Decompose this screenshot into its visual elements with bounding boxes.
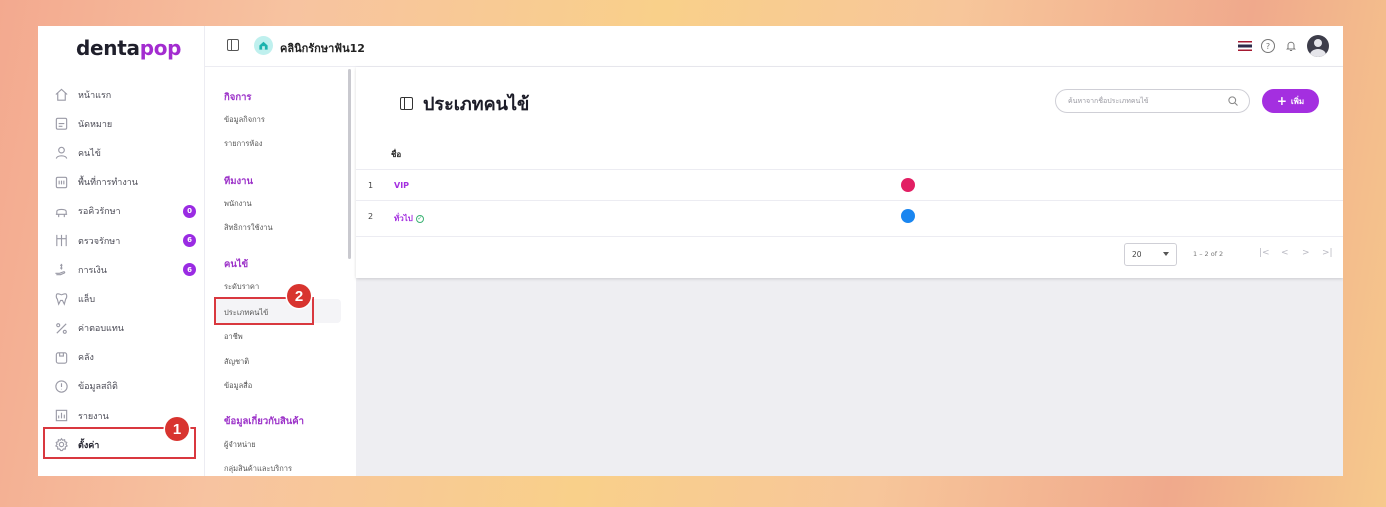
stats-icon	[53, 378, 69, 394]
finance-count-badge: 6	[183, 263, 196, 277]
sidebar-item-label: ตรวจรักษา	[78, 236, 121, 247]
chevron-down-icon	[1163, 252, 1169, 256]
percent-icon	[53, 320, 69, 336]
report-icon	[53, 408, 69, 424]
prev-page-icon[interactable]: <	[1281, 248, 1289, 258]
sidebar-item-label: การเงิน	[78, 265, 107, 276]
page-size-select[interactable]: 20	[1124, 243, 1177, 266]
page-title-text: ประเภทคนไข้	[423, 94, 530, 115]
submenu-item-product-groups[interactable]: กลุ่มสินค้าและบริการ	[224, 463, 292, 475]
last-page-icon[interactable]: >|	[1322, 248, 1333, 258]
submenu-scrollbar[interactable]	[348, 69, 351, 259]
sidebar-toggle-icon[interactable]	[227, 39, 239, 51]
inventory-icon	[53, 349, 69, 365]
calendar-icon	[53, 116, 69, 132]
sidebar-item-patients[interactable]: คนไข้	[38, 138, 205, 167]
row-color-dot	[901, 209, 915, 223]
row-name-link[interactable]: VIP	[394, 181, 409, 190]
submenu-item-staff[interactable]: พนักงาน	[224, 198, 252, 210]
user-icon	[53, 145, 69, 161]
first-page-icon[interactable]: |<	[1259, 248, 1270, 258]
sidebar-item-appointments[interactable]: นัดหมาย	[38, 109, 205, 138]
row-number: 2	[368, 212, 374, 221]
queue-count-badge: 0	[183, 204, 196, 218]
search-input[interactable]: ค้นหาจากชื่อประเภทคนไข้	[1055, 89, 1250, 113]
sidebar-item-label: ข้อมูลสถิติ	[78, 382, 118, 393]
sidebar-item-label: หน้าแรก	[78, 90, 112, 101]
plus-icon: +	[1276, 94, 1287, 108]
default-check-icon: ✓	[415, 214, 424, 223]
tooth-icon	[53, 291, 69, 307]
money-icon	[53, 262, 69, 278]
add-button-label: เพิ่ม	[1290, 96, 1305, 106]
treatment-count-badge: 6	[183, 233, 196, 247]
dental-chair-icon	[53, 203, 69, 219]
sidebar-item-label: นัดหมาย	[78, 119, 113, 130]
pagination: 20 1 – 2 of 2 |< < > >|	[356, 236, 1343, 278]
sidebar-item-queue[interactable]: รอคิวรักษา 0	[38, 197, 205, 226]
sidebar-item-inventory[interactable]: คลัง	[38, 343, 205, 372]
workspace-icon	[53, 174, 69, 190]
submenu-item-occupation[interactable]: อาชีพ	[224, 331, 243, 343]
next-page-icon[interactable]: >	[1302, 248, 1310, 258]
submenu-item-nationality[interactable]: สัญชาติ	[224, 356, 249, 368]
sidebar-item-label: รายงาน	[78, 411, 109, 422]
section-title-patients: คนไข้	[224, 259, 249, 270]
column-header-name: ชื่อ	[391, 150, 402, 159]
sidebar-item-label: พื้นที่การทำงาน	[78, 178, 138, 189]
sidebar-nav: หน้าแรก นัดหมาย คนไข้ พื้นที่การทำงาน รอ…	[38, 80, 205, 459]
patient-type-card: ประเภทคนไข้ ค้นหาจากชื่อประเภทคนไข้ + เพ…	[356, 67, 1343, 278]
section-title-business: กิจการ	[224, 92, 252, 103]
clinic-home-icon	[254, 36, 273, 55]
sidebar-item-stats[interactable]: ข้อมูลสถิติ	[38, 372, 205, 401]
app-window: dentapop หน้าแรก นัดหมาย คนไข้ พื้นที่กา…	[38, 26, 1343, 476]
search-icon[interactable]	[1227, 95, 1239, 107]
main-content: ประเภทคนไข้ ค้นหาจากชื่อประเภทคนไข้ + เพ…	[356, 67, 1343, 476]
table-row[interactable]: 2 ทั่วไป ✓	[356, 200, 1343, 231]
sidebar-item-label: คลัง	[78, 353, 94, 364]
sidebar-item-home[interactable]: หน้าแรก	[38, 80, 205, 109]
thai-flag-icon[interactable]	[1238, 41, 1252, 51]
submenu-item-media[interactable]: ข้อมูลสื่อ	[224, 380, 252, 392]
clinic-name[interactable]: คลินิกรักษาฟัน12	[280, 39, 365, 57]
page-size-value: 20	[1132, 250, 1142, 259]
section-title-products: ข้อมูลเกี่ยวกับสินค้า	[224, 416, 304, 427]
submenu-item-price-levels[interactable]: ระดับราคา	[224, 281, 259, 293]
submenu-item-rooms[interactable]: รายการห้อง	[224, 138, 263, 150]
settings-submenu: กิจการ ข้อมูลกิจการ รายการห้อง ทีมงาน พน…	[205, 67, 353, 476]
search-placeholder: ค้นหาจากชื่อประเภทคนไข้	[1068, 96, 1149, 105]
submenu-item-permissions[interactable]: สิทธิการใช้งาน	[224, 222, 273, 234]
row-name-link[interactable]: ทั่วไป ✓	[394, 212, 424, 225]
page-icon	[400, 97, 413, 110]
step-marker-1: 1	[165, 417, 189, 441]
submenu-item-business-info[interactable]: ข้อมูลกิจการ	[224, 114, 265, 126]
brand-logo[interactable]: dentapop	[76, 36, 181, 60]
sidebar-item-label: ค่าตอบแทน	[78, 324, 124, 335]
submenu-item-suppliers[interactable]: ผู้จำหน่าย	[224, 439, 256, 451]
sidebar-item-label: คนไข้	[78, 148, 101, 159]
table-row[interactable]: 1 VIP	[356, 169, 1343, 200]
row-number: 1	[368, 181, 374, 190]
avatar[interactable]	[1307, 35, 1329, 57]
sidebar-item-workspace[interactable]: พื้นที่การทำงาน	[38, 168, 205, 197]
top-bar: คลินิกรักษาฟัน12 ?	[205, 26, 1343, 67]
home-icon	[53, 87, 69, 103]
sidebar-item-finance[interactable]: การเงิน 6	[38, 255, 205, 284]
sidebar-item-lab[interactable]: แล็บ	[38, 284, 205, 313]
top-right-actions: ?	[1238, 35, 1329, 57]
sidebar-item-treatment[interactable]: ตรวจรักษา 6	[38, 226, 205, 255]
section-title-team: ทีมงาน	[224, 176, 253, 187]
sidebar-item-compensation[interactable]: ค่าตอบแทน	[38, 314, 205, 343]
add-button[interactable]: + เพิ่ม	[1262, 89, 1319, 113]
row-color-dot	[901, 178, 915, 192]
help-icon[interactable]: ?	[1261, 39, 1275, 53]
step-marker-2: 2	[287, 284, 311, 308]
sidebar-item-label: รอคิวรักษา	[78, 207, 121, 218]
page-title: ประเภทคนไข้	[400, 89, 529, 118]
bell-icon[interactable]	[1284, 39, 1298, 53]
treatment-icon	[53, 233, 69, 249]
sidebar-item-label: แล็บ	[78, 294, 96, 305]
page-range: 1 – 2 of 2	[1193, 250, 1224, 258]
sidebar: dentapop หน้าแรก นัดหมาย คนไข้ พื้นที่กา…	[38, 26, 205, 476]
